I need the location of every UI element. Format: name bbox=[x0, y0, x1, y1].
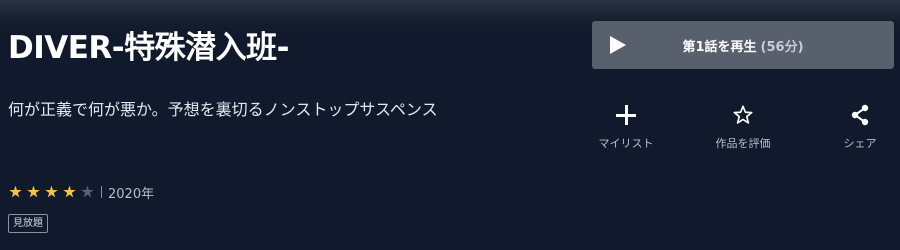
rate-label: 作品を評価 bbox=[715, 137, 771, 150]
divider bbox=[101, 186, 102, 198]
star-icon bbox=[27, 185, 40, 198]
share-label: シェア bbox=[843, 137, 877, 150]
play-duration: (56分) bbox=[760, 39, 804, 55]
release-year: 2020年 bbox=[108, 186, 155, 202]
rating-row: 2020年 bbox=[9, 184, 155, 202]
page-title: DIVER-特殊潜入班- bbox=[8, 30, 290, 66]
star-icon bbox=[45, 185, 58, 198]
mylist-button[interactable]: マイリスト bbox=[581, 102, 671, 151]
play-label: 第1話を再生 bbox=[682, 39, 757, 55]
plus-icon bbox=[616, 105, 636, 125]
play-icon bbox=[610, 36, 626, 54]
description: 何が正義で何が悪か。予想を裏切るノンストップサスペンス bbox=[8, 100, 438, 119]
star-outline-icon bbox=[733, 105, 753, 124]
availability-badge: 見放題 bbox=[8, 214, 48, 233]
share-icon bbox=[851, 104, 869, 126]
mylist-label: マイリスト bbox=[598, 137, 654, 150]
play-episode-button[interactable]: 第1話を再生 (56分) bbox=[592, 21, 894, 69]
rate-button[interactable]: 作品を評価 bbox=[698, 102, 788, 151]
star-empty-icon bbox=[81, 185, 94, 198]
star-icon bbox=[63, 185, 76, 198]
star-icon bbox=[9, 185, 22, 198]
share-button[interactable]: シェア bbox=[815, 102, 900, 151]
